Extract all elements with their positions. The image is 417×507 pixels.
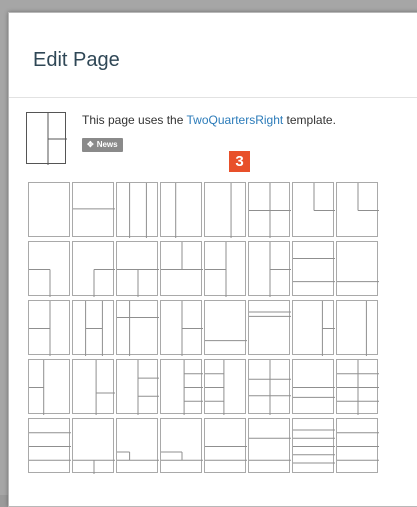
template-layout-icon — [205, 340, 247, 342]
template-option[interactable] — [116, 418, 159, 473]
template-description: This page uses the TwoQuartersRight temp… — [82, 113, 336, 127]
template-option[interactable] — [204, 182, 246, 238]
template-option[interactable] — [292, 359, 335, 414]
template-option[interactable] — [116, 300, 159, 356]
template-layout-icon — [293, 387, 335, 398]
template-layout-icon — [183, 360, 203, 415]
template-option[interactable] — [28, 241, 70, 297]
template-option[interactable] — [72, 182, 115, 237]
template-option[interactable] — [248, 418, 291, 473]
template-option[interactable] — [204, 418, 247, 473]
template-option[interactable] — [292, 182, 335, 237]
template-option[interactable] — [72, 241, 115, 297]
template-option[interactable] — [204, 359, 246, 415]
template-layout-icon — [85, 301, 103, 356]
template-option[interactable] — [160, 418, 203, 473]
template-layout-icon — [117, 301, 159, 356]
template-layout-icon — [337, 281, 379, 283]
template-option[interactable] — [292, 300, 335, 356]
template-option[interactable] — [248, 241, 291, 297]
template-option[interactable] — [292, 241, 335, 296]
template-layout-icon — [29, 269, 51, 297]
template-layout-icon — [293, 258, 335, 283]
template-layout-icon — [365, 301, 367, 356]
template-layout-icon — [161, 451, 203, 461]
template-option[interactable] — [336, 359, 379, 415]
template-layout-icon — [249, 360, 291, 415]
dialog-title: Edit Page — [33, 49, 120, 71]
tag-label: News — [96, 140, 118, 149]
template-layout-icon — [337, 360, 379, 415]
template-option[interactable] — [28, 359, 70, 415]
template-layout-icon — [137, 360, 159, 415]
template-option[interactable] — [204, 300, 247, 355]
template-layout-icon — [269, 242, 291, 297]
template-layout-icon — [73, 459, 115, 474]
template-layout-icon — [29, 360, 45, 415]
template-option[interactable] — [336, 418, 379, 473]
template-layout-icon — [249, 183, 291, 238]
move-icon: ✥ — [87, 140, 94, 149]
template-layout-icon — [129, 183, 147, 238]
template-option[interactable] — [28, 182, 70, 237]
template-layout-icon — [313, 183, 335, 211]
description-suffix: template. — [283, 113, 336, 127]
template-layout-icon — [249, 437, 291, 461]
template-layout-icon — [29, 301, 51, 356]
template-option[interactable] — [28, 418, 71, 473]
template-layout-icon — [29, 183, 71, 238]
template-layout-icon — [321, 301, 335, 356]
template-option[interactable] — [292, 418, 335, 473]
template-option[interactable] — [72, 359, 115, 415]
template-option[interactable] — [160, 182, 202, 238]
description-prefix: This page uses the — [82, 113, 187, 127]
template-option[interactable] — [248, 359, 291, 415]
template-option[interactable] — [160, 359, 203, 415]
template-link[interactable]: TwoQuartersRight — [187, 113, 284, 127]
template-layout-icon — [357, 183, 379, 211]
template-layout-icon — [205, 360, 225, 415]
template-layout-icon — [175, 183, 177, 238]
template-option[interactable] — [248, 300, 291, 355]
template-layout-icon — [205, 446, 247, 461]
news-tag[interactable]: ✥ News — [82, 138, 123, 152]
template-option[interactable] — [204, 241, 246, 297]
template-option[interactable] — [248, 182, 291, 238]
template-option[interactable] — [116, 241, 159, 297]
template-layout-icon — [230, 183, 232, 238]
template-layout-icon — [29, 432, 71, 461]
template-option[interactable] — [336, 241, 379, 296]
template-layout-icon — [249, 311, 291, 317]
template-layout-icon — [73, 208, 115, 210]
callout-badge: 3 — [229, 151, 250, 172]
template-layout-icon — [205, 242, 227, 297]
template-layout-icon — [293, 429, 335, 464]
template-layout-icon — [337, 432, 379, 461]
template-option[interactable] — [72, 418, 115, 474]
template-option[interactable] — [116, 182, 158, 238]
dialog-header: Edit Page — [9, 13, 417, 98]
template-option[interactable] — [116, 359, 159, 415]
template-layout-icon — [161, 242, 203, 270]
template-layout-icon — [181, 301, 203, 356]
template-option[interactable] — [160, 241, 203, 296]
current-template-thumbnail — [26, 112, 67, 165]
current-template-layout-icon — [47, 113, 67, 165]
template-layout-icon — [95, 360, 115, 415]
template-option[interactable] — [336, 300, 378, 356]
template-layout-icon — [93, 269, 115, 297]
template-option[interactable] — [160, 300, 203, 356]
template-layout-icon — [117, 269, 159, 297]
template-option[interactable] — [28, 300, 70, 356]
template-option[interactable] — [336, 182, 379, 237]
template-option[interactable] — [72, 300, 114, 356]
template-layout-icon — [117, 451, 159, 461]
